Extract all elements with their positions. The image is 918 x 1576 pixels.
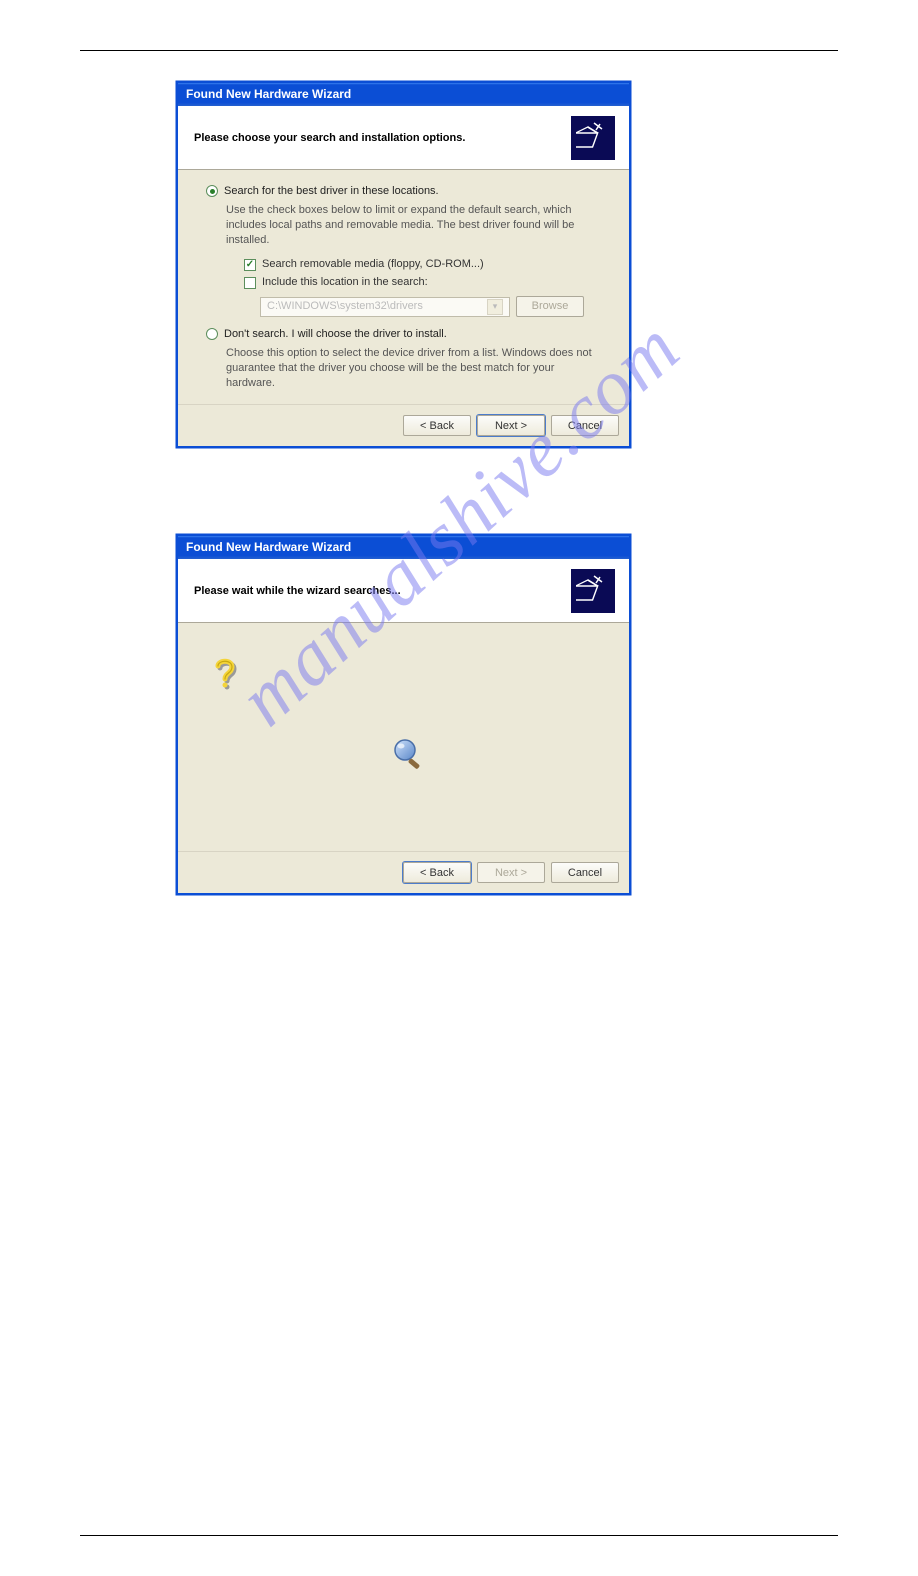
- question-mark-icon: [212, 657, 611, 696]
- dialog-header: Please wait while the wizard searches...: [178, 559, 629, 623]
- dialog-titlebar: Found New Hardware Wizard: [178, 536, 629, 559]
- back-button[interactable]: < Back: [403, 415, 471, 436]
- cancel-button[interactable]: Cancel: [551, 862, 619, 883]
- back-button[interactable]: < Back: [403, 862, 471, 883]
- page-divider-bottom: [80, 1535, 838, 1536]
- browse-button: Browse: [516, 296, 584, 317]
- radio-icon: [206, 185, 218, 197]
- cancel-button[interactable]: Cancel: [551, 415, 619, 436]
- wizard-icon: [571, 116, 615, 160]
- checkbox-removable-media[interactable]: Search removable media (floppy, CD-ROM..…: [244, 257, 611, 272]
- next-button: Next >: [477, 862, 545, 883]
- dialog-body: Search for the best driver in these loca…: [178, 170, 629, 404]
- radio-label: Don't search. I will choose the driver t…: [224, 327, 447, 342]
- location-path-dropdown: C:\WINDOWS\system32\drivers ▾: [260, 297, 510, 317]
- dialog-title: Found New Hardware Wizard: [186, 87, 351, 101]
- dialog-body: [178, 623, 629, 851]
- checkbox-include-location[interactable]: Include this location in the search:: [244, 275, 611, 290]
- dialog-titlebar: Found New Hardware Wizard: [178, 83, 629, 106]
- chevron-down-icon: ▾: [487, 299, 503, 315]
- radio-search-best-driver[interactable]: Search for the best driver in these loca…: [206, 184, 611, 199]
- radio2-description: Choose this option to select the device …: [226, 346, 603, 391]
- dialog-button-bar: < Back Next > Cancel: [178, 404, 629, 446]
- path-input-value: C:\WINDOWS\system32\drivers: [267, 299, 423, 314]
- dialog-header-title: Please choose your search and installati…: [194, 132, 465, 144]
- checkbox-label: Search removable media (floppy, CD-ROM..…: [262, 257, 484, 272]
- wizard-icon: [571, 569, 615, 613]
- dialog-button-bar: < Back Next > Cancel: [178, 851, 629, 893]
- radio-dont-search[interactable]: Don't search. I will choose the driver t…: [206, 327, 611, 342]
- page-divider-top: [80, 50, 838, 51]
- checkbox-icon: [244, 259, 256, 271]
- checkbox-icon: [244, 277, 256, 289]
- radio-icon: [206, 328, 218, 340]
- hardware-wizard-searching-dialog: Found New Hardware Wizard Please wait wh…: [176, 534, 631, 895]
- next-button[interactable]: Next >: [477, 415, 545, 436]
- radio1-description: Use the check boxes below to limit or ex…: [226, 203, 603, 248]
- checkbox-label: Include this location in the search:: [262, 275, 428, 290]
- hardware-wizard-options-dialog: Found New Hardware Wizard Please choose …: [176, 81, 631, 448]
- dialog-title: Found New Hardware Wizard: [186, 540, 351, 554]
- magnifying-glass-icon: [206, 736, 611, 772]
- dialog-header-title: Please wait while the wizard searches...: [194, 585, 401, 597]
- radio-label: Search for the best driver in these loca…: [224, 184, 439, 199]
- dialog-header: Please choose your search and installati…: [178, 106, 629, 170]
